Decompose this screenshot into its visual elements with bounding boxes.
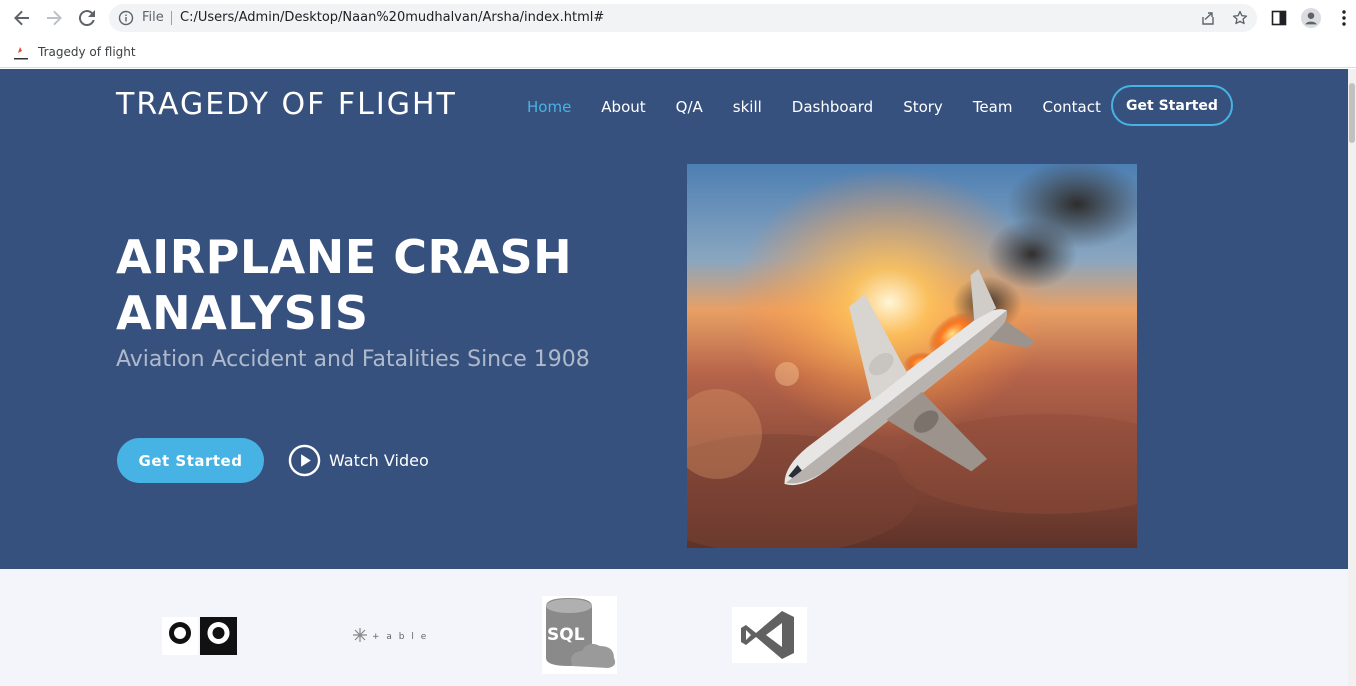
sql-database-logo-icon: SQL (542, 596, 617, 674)
share-icon[interactable] (1200, 10, 1216, 26)
side-panel-button[interactable] (1269, 8, 1289, 28)
nav-skill[interactable]: skill (733, 98, 762, 116)
watch-video-label: Watch Video (329, 450, 429, 470)
burning-airplane-image (687, 164, 1137, 548)
back-button[interactable] (10, 6, 34, 30)
star-icon[interactable] (1232, 10, 1248, 26)
forward-button[interactable] (42, 6, 66, 30)
nav-team[interactable]: Team (973, 98, 1013, 116)
reload-icon (78, 10, 95, 27)
bookmarks-bar: Tragedy of flight (0, 36, 1356, 68)
watch-video-link[interactable]: Watch Video (288, 443, 429, 477)
visual-studio-code-logo-icon (732, 607, 807, 663)
play-circle-icon (288, 444, 321, 476)
hero-get-started-button[interactable]: Get Started (117, 438, 264, 483)
bookmark-item[interactable]: Tragedy of flight (13, 42, 136, 62)
nav-qa[interactable]: Q/A (676, 98, 703, 116)
sql-label: SQL (547, 625, 585, 645)
scrollbar-thumb[interactable] (1349, 83, 1355, 143)
url-text[interactable]: C:/Users/Admin/Desktop/Naan%20mudhalvan/… (180, 10, 604, 25)
nav-contact[interactable]: Contact (1042, 98, 1100, 116)
back-arrow-icon (14, 10, 29, 26)
page-scrollbar[interactable] (1348, 69, 1356, 686)
clients-section: + a b l e a u SQL (0, 569, 1348, 686)
site-logo[interactable]: TRAGEDY OF FLIGHT (116, 87, 457, 122)
github-logo-icon (162, 617, 237, 655)
info-icon[interactable] (118, 10, 134, 26)
nav-story[interactable]: Story (903, 98, 943, 116)
nav-about[interactable]: About (601, 98, 645, 116)
browser-toolbar: File C:/Users/Admin/Desktop/Naan%20mudha… (0, 0, 1356, 36)
address-bar[interactable]: File C:/Users/Admin/Desktop/Naan%20mudha… (109, 4, 1257, 32)
header-get-started-button[interactable]: Get Started (1111, 85, 1233, 126)
forward-arrow-icon (47, 10, 62, 26)
site-header: TRAGEDY OF FLIGHT Home About Q/A skill D… (0, 69, 1348, 141)
reload-button[interactable] (75, 6, 99, 30)
hero-subtitle: Aviation Accident and Fatalities Since 1… (116, 347, 590, 372)
bookmark-label: Tragedy of flight (38, 45, 136, 59)
side-panel-icon (1271, 10, 1287, 26)
page-viewport: TRAGEDY OF FLIGHT Home About Q/A skill D… (0, 69, 1348, 686)
avatar-icon (1301, 8, 1321, 28)
hero-title-line-1: AIRPLANE CRASH (116, 230, 573, 284)
scheme-label: File (142, 10, 164, 25)
airplane-favicon-icon (13, 44, 29, 60)
tableau-wordmark: + a b l e a u (372, 632, 428, 642)
nav-dashboard[interactable]: Dashboard (792, 98, 873, 116)
hero-title: AIRPLANE CRASH ANALYSIS (116, 229, 636, 341)
scheme-separator (171, 11, 172, 25)
kebab-menu-icon (1342, 10, 1346, 26)
main-nav: Home About Q/A skill Dashboard Story Tea… (512, 91, 1116, 123)
profile-button[interactable] (1301, 8, 1321, 28)
hero-title-line-2: ANALYSIS (116, 286, 369, 340)
tableau-logo-icon: + a b l e a u (353, 628, 428, 642)
menu-button[interactable] (1334, 8, 1354, 28)
nav-home[interactable]: Home (527, 98, 571, 116)
